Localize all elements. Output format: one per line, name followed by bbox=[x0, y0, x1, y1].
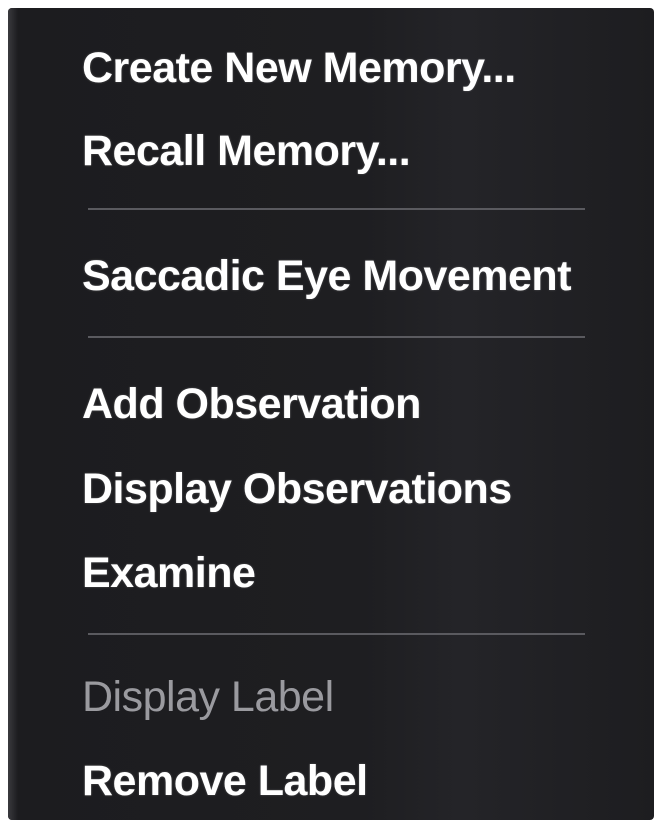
menu-item-recall-memory[interactable]: Recall Memory... bbox=[82, 121, 411, 181]
menu-separator bbox=[88, 208, 585, 210]
menu-item-saccadic-eye-movement[interactable]: Saccadic Eye Movement bbox=[82, 246, 572, 306]
menu-item-examine[interactable]: Examine bbox=[82, 543, 256, 603]
menu-separator bbox=[88, 336, 585, 338]
menu-separator bbox=[88, 633, 585, 635]
menu-item-display-label: Display Label bbox=[82, 673, 334, 721]
menu-item-remove-label[interactable]: Remove Label bbox=[82, 751, 368, 811]
menu-item-create-new-memory[interactable]: Create New Memory... bbox=[82, 38, 516, 98]
menu-item-display-observations[interactable]: Display Observations bbox=[82, 459, 512, 519]
context-menu: Create New Memory... Recall Memory... Sa… bbox=[8, 8, 654, 820]
menu-item-add-observation[interactable]: Add Observation bbox=[82, 374, 421, 434]
